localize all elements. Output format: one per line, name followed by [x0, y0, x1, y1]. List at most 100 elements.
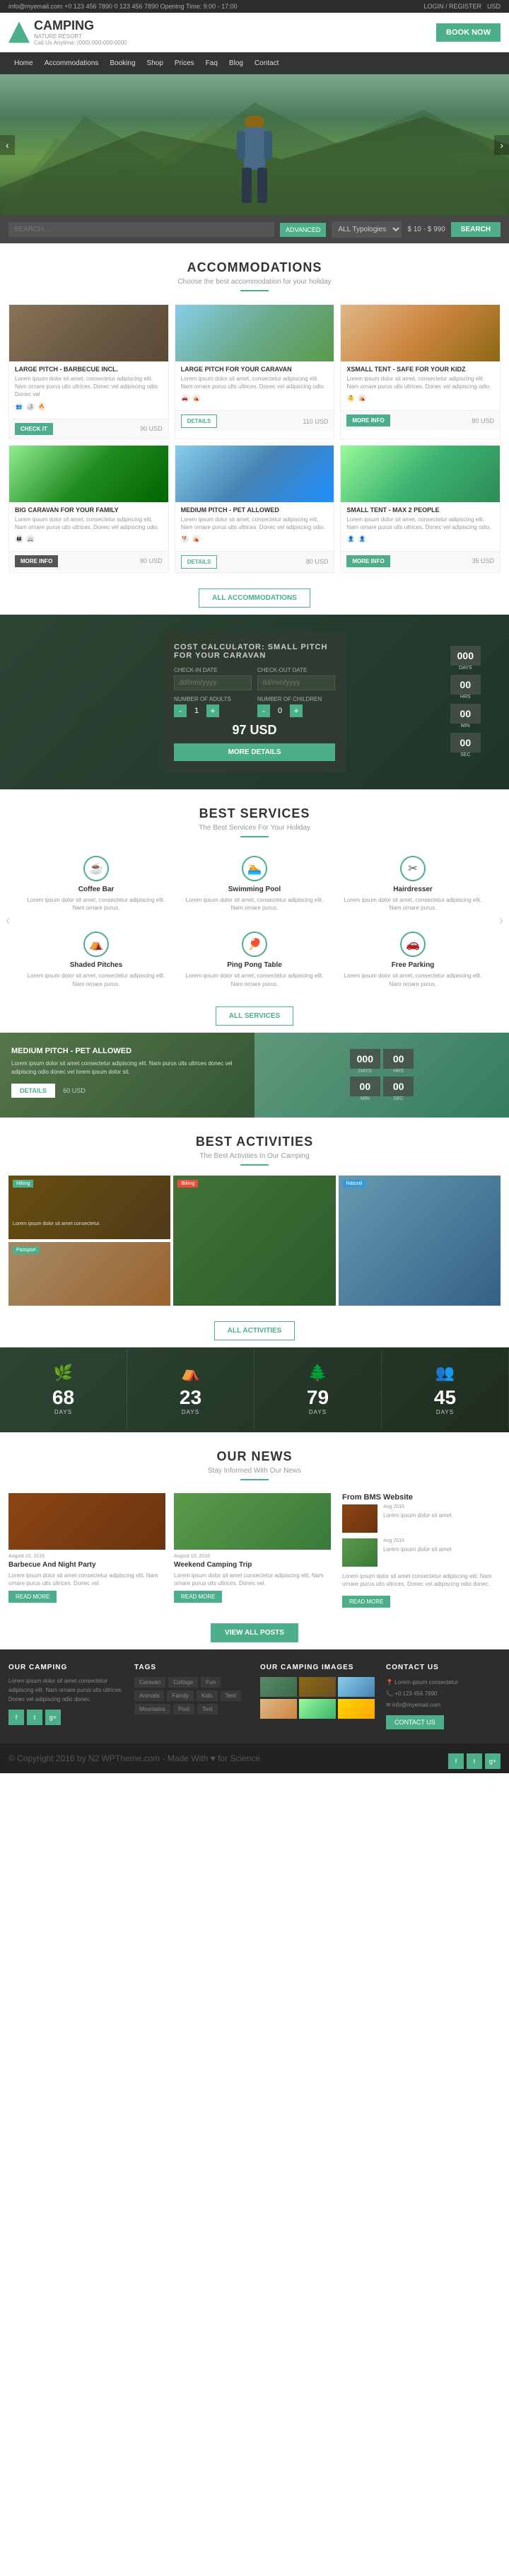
checkout-input[interactable]: [257, 675, 335, 690]
activity-item-2[interactable]: Biking: [173, 1176, 335, 1306]
copyright-google-icon[interactable]: g+: [485, 1753, 501, 1769]
service-pool-title: Swimming Pool: [228, 886, 281, 893]
hero-prev-arrow[interactable]: ‹: [0, 135, 15, 155]
activities-subtitle: The Best Activities In Our Camping: [8, 1152, 501, 1160]
search-input[interactable]: [8, 222, 274, 237]
card-6-icon-2: 👤: [358, 535, 366, 543]
card-6-btn[interactable]: MORE INFO: [346, 555, 390, 567]
tag-tent[interactable]: Tent: [221, 1690, 241, 1701]
typology-select[interactable]: ALL Typologies: [332, 221, 402, 238]
tag-cottage[interactable]: Cottage: [168, 1677, 198, 1688]
adults-increase-button[interactable]: +: [206, 704, 219, 717]
search-bar: ADVANCED ALL Typologies $ 10 - $ 990 SEA…: [0, 216, 509, 243]
book-now-button[interactable]: BOOK NOW: [436, 23, 501, 42]
card-2-btn[interactable]: DETAILS: [181, 414, 218, 428]
card-6-title: SMALL TENT - MAX 2 PEOPLE: [346, 506, 494, 514]
footer-contact: CONTACT US 📍 Lorem ipsum consectetur 📞 +…: [386, 1664, 501, 1729]
news-subtitle: Stay Informed With Our News: [8, 1467, 501, 1475]
nav-faq[interactable]: Faq: [200, 52, 223, 74]
children-increase-button[interactable]: +: [290, 704, 303, 717]
all-accommodations-container: ALL ACCOMMODATIONS: [0, 581, 509, 615]
accommodation-card-3: XSMALL TENT - SAFE FOR YOUR KIDZ Lorem i…: [340, 304, 501, 439]
activity-item-1[interactable]: Hiking Lorem ipsum dolor sit amet consec…: [8, 1176, 170, 1239]
activity-item-3[interactable]: Natural: [339, 1176, 501, 1306]
footer-img-2[interactable]: [299, 1677, 336, 1697]
accommodation-card-1: LARGE PITCH - BARBECUE INCL. Lorem ipsum…: [8, 304, 169, 439]
footer-google-icon[interactable]: g+: [45, 1710, 61, 1725]
children-decrease-button[interactable]: -: [257, 704, 270, 717]
service-parking-text: Lorem ipsum dolor sit amet, consectetur …: [344, 972, 482, 987]
checkin-input[interactable]: [174, 675, 252, 690]
card-1-btn[interactable]: CHECK IT: [15, 423, 53, 435]
footer-contact-title: CONTACT US: [386, 1664, 501, 1671]
counter-1: 000: [450, 646, 481, 666]
all-accommodations-button[interactable]: ALL ACCOMMODATIONS: [199, 588, 310, 608]
cost-calculator: COST CALCULATOR: SMALL PITCH FOR YOUR CA…: [163, 632, 346, 772]
news-read-more-2[interactable]: READ MORE: [174, 1591, 222, 1603]
tag-animals[interactable]: Animals: [134, 1690, 164, 1701]
top-bar: info@myemail.com +0 123 456 7890 0 123 4…: [0, 0, 509, 13]
card-5-btn[interactable]: DETAILS: [181, 555, 218, 569]
card-6-price: 35 USD: [472, 557, 494, 564]
news-side-text-2: Lorem ipsum dolor sit amet: [383, 1545, 451, 1553]
footer-img-6[interactable]: [338, 1699, 375, 1719]
calculator-more-details-button[interactable]: MORE DETAILS: [174, 743, 335, 761]
footer-contact-button[interactable]: CONTACT US: [386, 1715, 444, 1729]
tag-test[interactable]: Test: [197, 1704, 218, 1715]
footer-img-1[interactable]: [260, 1677, 297, 1697]
copyright-twitter-icon[interactable]: t: [467, 1753, 482, 1769]
tag-family[interactable]: Family: [167, 1690, 194, 1701]
nav-accommodations[interactable]: Accommodations: [39, 52, 105, 74]
nav-blog[interactable]: Blog: [223, 52, 249, 74]
news-thumb-2: [342, 1538, 378, 1567]
footer-img-4[interactable]: [260, 1699, 297, 1719]
footer-img-5[interactable]: [299, 1699, 336, 1719]
card-1-image: [9, 305, 168, 361]
activity-badge-1: Hiking: [13, 1180, 33, 1188]
tag-fun[interactable]: Fun: [201, 1677, 221, 1688]
feature-details-button[interactable]: DETAILS: [11, 1084, 55, 1098]
all-activities-container: ALL ACTIVITIES: [0, 1314, 509, 1347]
service-pingpong: 🏓 Ping Pong Table Lorem ipsum dolor sit …: [180, 926, 329, 993]
footer-facebook-icon[interactable]: f: [8, 1710, 24, 1725]
card-3-btn[interactable]: MORE INFO: [346, 414, 390, 427]
counter-num-2: 23: [134, 1386, 247, 1409]
hero-next-arrow[interactable]: ›: [494, 135, 509, 155]
nav-contact[interactable]: Contact: [249, 52, 284, 74]
counter-label-1: DAYS: [7, 1409, 119, 1415]
copyright-facebook-icon[interactable]: f: [448, 1753, 464, 1769]
copyright-bar: © Copyright 2016 by N2 WPTheme.com - Mad…: [0, 1744, 509, 1773]
search-button[interactable]: SEARCH: [451, 222, 501, 237]
view-all-posts-button[interactable]: VIEW ALL POSTS: [211, 1623, 298, 1642]
adults-count: 1: [189, 707, 204, 715]
counter-camping: ⛺ 23 DAYS: [127, 1350, 255, 1429]
footer-tags-title: TAGS: [134, 1664, 249, 1671]
nav-prices[interactable]: Prices: [169, 52, 200, 74]
adults-decrease-button[interactable]: -: [174, 704, 187, 717]
copyright-social: f t g+: [448, 1753, 501, 1769]
service-coffee: ☕ Coffee Bar Lorem ipsum dolor sit amet,…: [21, 850, 171, 917]
feature-banner-right: 000 DAYS 00 HRS 00 MIN 00 SEC: [255, 1033, 509, 1118]
nav-home[interactable]: Home: [8, 52, 39, 74]
all-activities-button[interactable]: ALL ACTIVITIES: [214, 1321, 296, 1340]
news-read-more-1[interactable]: READ MORE: [8, 1591, 57, 1603]
activity-item-4[interactable]: Passport: [8, 1242, 170, 1306]
news-side-read-more[interactable]: READ MORE: [342, 1596, 390, 1608]
all-services-button[interactable]: ALL SERVICES: [216, 1006, 293, 1026]
card-4-btn[interactable]: MORE INFO: [15, 555, 58, 567]
footer-twitter-icon[interactable]: t: [27, 1710, 42, 1725]
nav-shop[interactable]: Shop: [141, 52, 169, 74]
services-next-arrow[interactable]: ›: [499, 913, 503, 928]
tag-mountains[interactable]: Mountains: [134, 1704, 170, 1715]
news-item-2: August 10, 2016 Weekend Camping Trip Lor…: [174, 1493, 331, 1603]
counter-3: 00: [450, 704, 481, 724]
tag-caravan[interactable]: Caravan: [134, 1677, 165, 1688]
nav-booking[interactable]: Booking: [104, 52, 141, 74]
footer-camping: OUR CAMPING Lorem ipsum dolor sit amet c…: [8, 1664, 123, 1729]
tag-kids[interactable]: Kids: [197, 1690, 218, 1701]
footer-images-grid: [260, 1677, 375, 1719]
footer-img-3[interactable]: [338, 1677, 375, 1697]
login-link[interactable]: LOGIN / REGISTER: [423, 3, 481, 10]
advanced-button[interactable]: ADVANCED: [280, 223, 326, 237]
tag-pool[interactable]: Pool: [173, 1704, 194, 1715]
